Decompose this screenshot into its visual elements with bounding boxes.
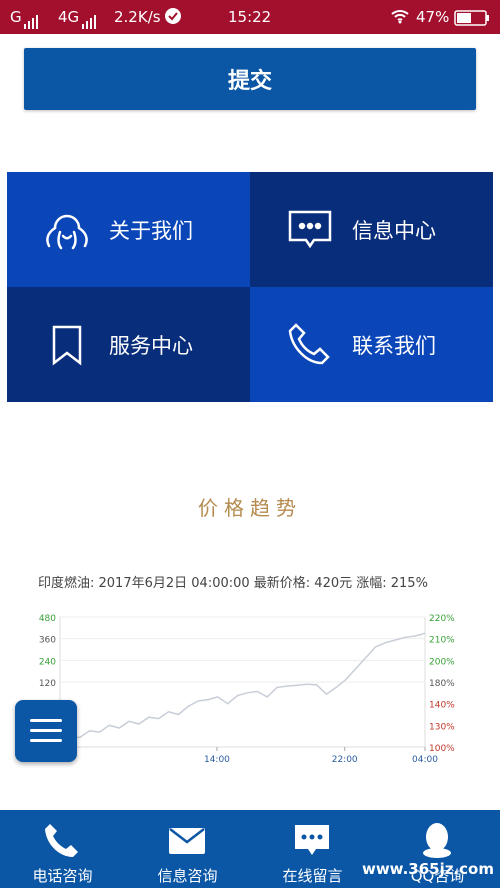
submit-button[interactable]: 提交 xyxy=(24,48,476,110)
price-chart-svg: 480 360 240 120 220% 210% 200% 180% 140% 130% 100%… xyxy=(39,614,455,765)
price-series-line xyxy=(59,632,426,743)
price-chart: 480 360 240 120 220% 210% 200% 180% 140% 130% 100%… xyxy=(30,607,460,772)
right-tick-label: 200% xyxy=(429,657,455,667)
clock: 15:22 xyxy=(228,8,272,26)
carrier-1: G xyxy=(10,8,22,26)
x-tick-label: 22:00 xyxy=(332,755,358,765)
qq-icon xyxy=(417,820,457,860)
battery-percent: 47% xyxy=(416,8,450,26)
left-tick-label: 120 xyxy=(39,679,56,689)
tile-label: 关于我们 xyxy=(109,218,193,243)
menu-bar xyxy=(30,739,62,742)
footer-label: 电话咨询 xyxy=(32,867,93,885)
footer-mail[interactable]: 信息咨询 xyxy=(125,810,250,888)
status-bar: G 4G 2.2K/s 15:22 47% xyxy=(0,0,500,34)
watermark: www.365jz.com xyxy=(361,860,494,878)
check-icon xyxy=(164,7,182,29)
signal-icon-1 xyxy=(24,11,40,29)
menu-bar xyxy=(30,719,62,722)
price-trend-title: 价格趋势 xyxy=(198,496,302,520)
phone-icon xyxy=(280,315,340,375)
tile-label: 服务中心 xyxy=(109,333,193,358)
menu-bar xyxy=(30,729,62,732)
footer-phone[interactable]: 电话咨询 xyxy=(0,810,125,888)
price-info: 印度燃油: 2017年6月2日 04:00:00 最新价格: 420元 涨幅: … xyxy=(38,576,428,591)
octopus-icon xyxy=(37,200,97,260)
tile-label: 联系我们 xyxy=(352,333,436,358)
wifi-icon xyxy=(390,8,410,28)
tile-info-center[interactable]: 信息中心 xyxy=(250,172,493,287)
left-tick-label: 480 xyxy=(39,614,56,624)
right-tick-label: 130% xyxy=(429,722,455,732)
right-tick-label: 100% xyxy=(429,744,455,754)
left-tick-label: 240 xyxy=(39,657,56,667)
chat-icon xyxy=(292,820,332,860)
network-speed: 2.2K/s xyxy=(114,8,161,26)
x-tick-label: 14:00 xyxy=(204,755,230,765)
bookmark-icon xyxy=(37,315,97,375)
x-tick-label: 04:00 xyxy=(412,755,438,765)
tile-service-center[interactable]: 服务中心 xyxy=(7,287,250,402)
carrier-2: 4G xyxy=(58,8,80,26)
right-tick-label: 140% xyxy=(429,701,455,711)
nav-grid: 关于我们 信息中心 服务中心 联系我们 xyxy=(7,172,493,402)
menu-button[interactable] xyxy=(15,700,77,762)
tile-label: 信息中心 xyxy=(352,218,436,243)
footer-label: 信息咨询 xyxy=(157,867,218,885)
left-tick-label: 360 xyxy=(39,636,56,646)
phone-icon xyxy=(42,820,82,860)
mail-icon xyxy=(167,820,207,860)
signal-icon-2 xyxy=(82,11,98,29)
tile-about-us[interactable]: 关于我们 xyxy=(7,172,250,287)
footer-message[interactable]: 在线留言 xyxy=(250,810,375,888)
tile-contact-us[interactable]: 联系我们 xyxy=(250,287,493,402)
message-icon xyxy=(280,200,340,260)
battery-icon xyxy=(454,10,490,30)
footer-label: 在线留言 xyxy=(282,867,343,885)
right-tick-label: 210% xyxy=(429,636,455,646)
right-tick-label: 220% xyxy=(429,614,455,624)
right-tick-label: 180% xyxy=(429,679,455,689)
